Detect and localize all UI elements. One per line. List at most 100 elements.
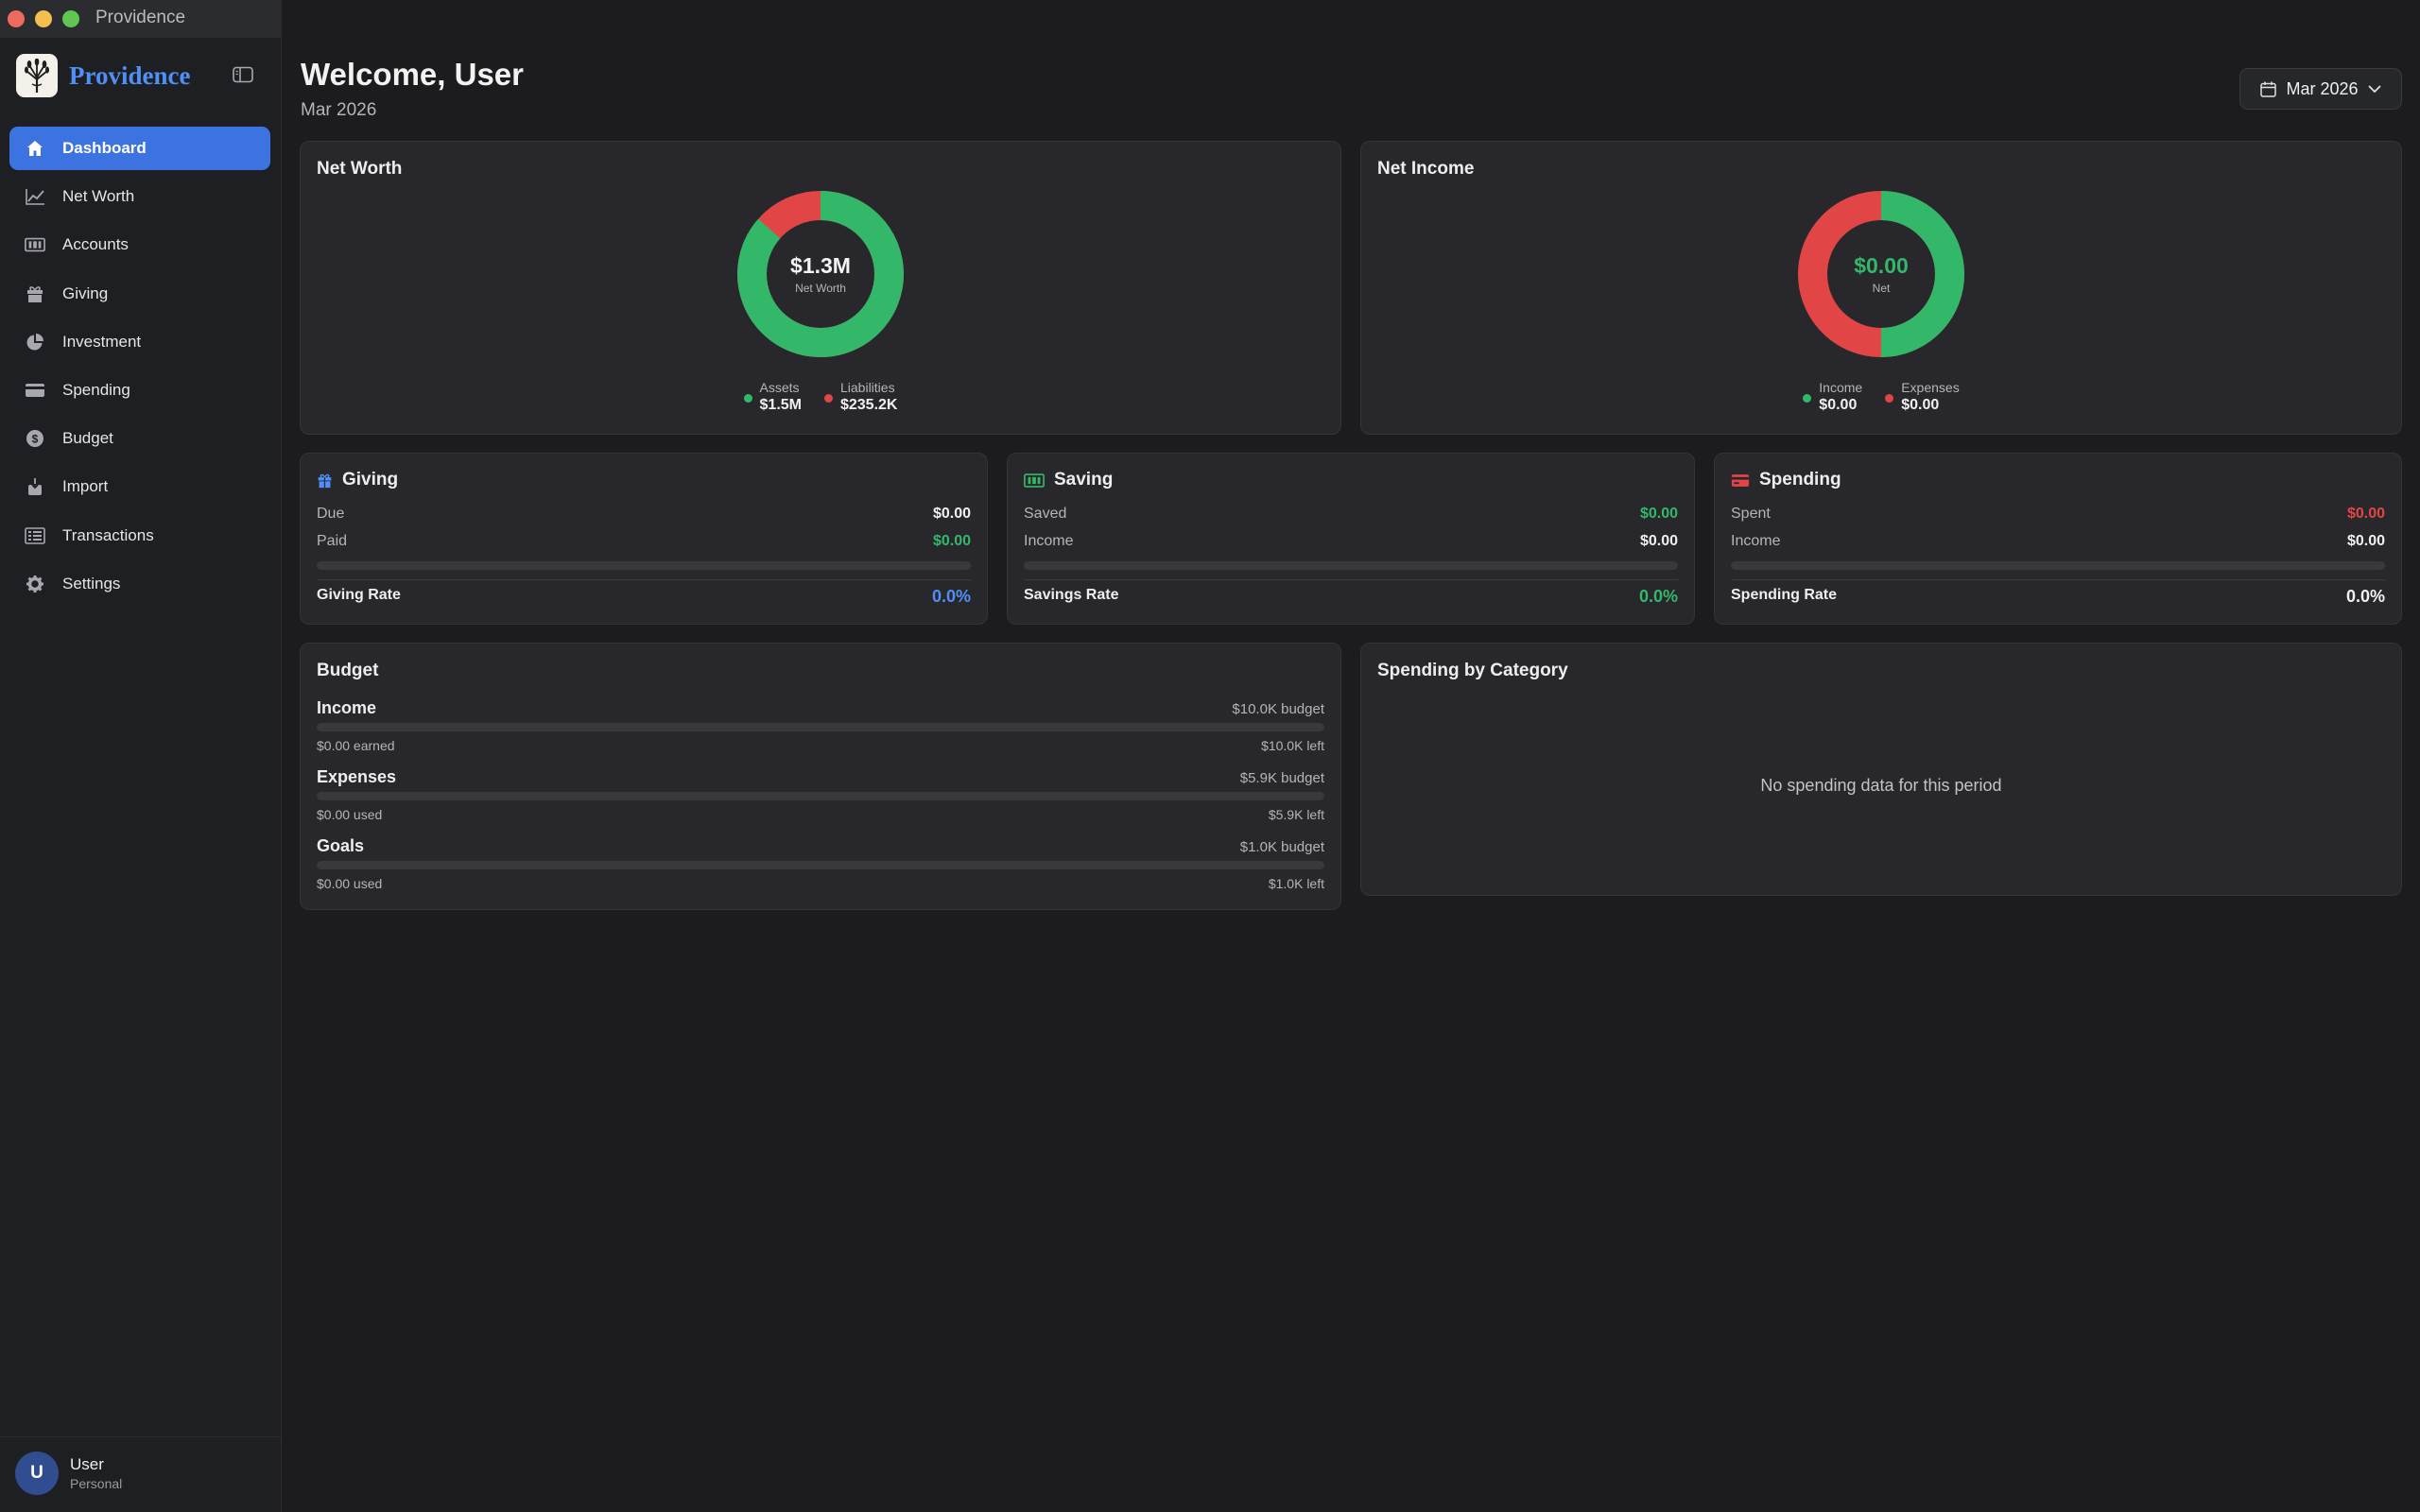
card-title: Spending by Category xyxy=(1377,661,1568,680)
saving-rate-row: Savings Rate 0.0% xyxy=(1024,587,1678,607)
budget-row-used: $0.00 earned xyxy=(317,738,395,753)
rate-label: Spending Rate xyxy=(1731,587,1838,603)
legend-label: Income xyxy=(1819,380,1863,395)
row-label: Due xyxy=(317,506,345,522)
brand: Providence xyxy=(16,54,190,97)
net-income-label: Net xyxy=(1872,282,1891,295)
sidebar-item-import[interactable]: Import xyxy=(9,465,270,508)
row-value: $0.00 xyxy=(2346,533,2385,549)
sidebar-item-label: Transactions xyxy=(62,525,154,544)
net-worth-card: Net Worth $1.3M Net Worth Assets $1.5M L… xyxy=(300,141,1341,435)
budget-expenses-progress-bar xyxy=(317,792,1324,800)
app-logo-icon xyxy=(16,54,58,97)
budget-goals-row: Goals $1.0K budget xyxy=(317,836,1324,856)
calendar-icon xyxy=(2260,81,2277,97)
rate-value: 0.0% xyxy=(1638,587,1678,606)
divider xyxy=(317,579,971,580)
brand-name: Providence xyxy=(69,60,191,90)
giving-rate-row: Giving Rate 0.0% xyxy=(317,587,971,607)
row-label: Paid xyxy=(317,533,348,549)
budget-row-name: Goals xyxy=(317,836,365,855)
trend-line-icon xyxy=(25,186,45,207)
legend-dot xyxy=(1885,394,1894,403)
period-picker-label: Mar 2026 xyxy=(2286,78,2359,98)
row-value: $0.00 xyxy=(932,533,971,549)
gift-icon xyxy=(25,284,45,304)
sidebar-item-label: Accounts xyxy=(62,235,129,254)
row-value: $0.00 xyxy=(1639,533,1678,549)
spending-income-row: Income $0.00 xyxy=(1731,533,2385,550)
sidebar-item-budget[interactable]: $ Budget xyxy=(9,417,270,460)
budget-card: Budget Income $10.0K budget $0.00 earned… xyxy=(300,643,1341,910)
zoom-window-button[interactable] xyxy=(62,10,79,27)
budget-row-used: $0.00 used xyxy=(317,807,383,822)
row-value: $0.00 xyxy=(932,506,971,522)
card-title: Net Worth xyxy=(317,159,403,179)
credit-card-icon xyxy=(25,380,45,401)
sidebar-toggle-icon[interactable] xyxy=(233,66,253,83)
row-label: Income xyxy=(1024,533,1074,549)
giving-paid-row: Paid $0.00 xyxy=(317,533,971,550)
gear-icon xyxy=(25,574,45,594)
budget-row-amount: $10.0K budget xyxy=(1232,701,1324,717)
legend-label: Expenses xyxy=(1901,380,1960,395)
chevron-down-icon xyxy=(2367,84,2381,94)
divider xyxy=(1024,579,1678,580)
card-title: Giving xyxy=(342,470,399,490)
sidebar-item-investment[interactable]: Investment xyxy=(9,320,270,364)
row-label: Income xyxy=(1731,533,1781,549)
budget-income-row: Income $10.0K budget xyxy=(317,698,1324,718)
svg-text:$: $ xyxy=(32,433,39,446)
legend-expenses: Expenses $0.00 xyxy=(1885,380,1960,414)
budget-row-used: $0.00 used xyxy=(317,876,383,891)
gift-icon xyxy=(317,472,333,489)
spending-progress-bar xyxy=(1731,561,2385,570)
budget-row-name: Income xyxy=(317,698,377,717)
budget-row-name: Expenses xyxy=(317,767,397,786)
saving-progress-bar xyxy=(1024,561,1678,570)
sidebar-item-net-worth[interactable]: Net Worth xyxy=(9,175,270,218)
sidebar-item-transactions[interactable]: Transactions xyxy=(9,514,270,558)
user-profile[interactable]: U User Personal xyxy=(15,1452,122,1495)
legend-value: $0.00 xyxy=(1901,397,1940,413)
legend-assets: Assets $1.5M xyxy=(743,380,802,414)
spending-card: Spending Spent $0.00 Income $0.00 Spendi… xyxy=(1714,453,2402,625)
sidebar-item-settings[interactable]: Settings xyxy=(9,562,270,606)
budget-expenses-row: Expenses $5.9K budget xyxy=(317,767,1324,787)
saving-card: Saving Saved $0.00 Income $0.00 Savings … xyxy=(1007,453,1695,625)
close-window-button[interactable] xyxy=(8,10,25,27)
sidebar-item-spending[interactable]: Spending xyxy=(9,369,270,412)
legend-dot xyxy=(743,394,752,403)
sidebar-item-label: Net Worth xyxy=(62,187,135,206)
net-worth-label: Net Worth xyxy=(795,282,846,295)
net-worth-value: $1.3M xyxy=(790,253,851,278)
sidebar-nav: Dashboard Net Worth Accounts Giving Inve… xyxy=(9,127,270,610)
period-picker-button[interactable]: Mar 2026 xyxy=(2239,68,2402,110)
budget-row-left: $10.0K left xyxy=(1261,738,1324,753)
dollar-circle-icon: $ xyxy=(25,428,45,449)
rate-value: 0.0% xyxy=(931,587,971,606)
budget-row-amount: $1.0K budget xyxy=(1239,839,1324,855)
row-label: Spent xyxy=(1731,506,1771,522)
row-value: $0.00 xyxy=(1639,506,1678,522)
import-tray-icon xyxy=(25,476,45,497)
legend-value: $1.5M xyxy=(759,397,802,413)
net-income-legend: Income $0.00 Expenses $0.00 xyxy=(1361,380,2401,414)
legend-value: $0.00 xyxy=(1819,397,1858,413)
card-title: Net Income xyxy=(1377,159,1475,179)
sidebar-item-label: Dashboard xyxy=(62,139,147,157)
house-icon xyxy=(25,138,45,159)
sidebar-item-accounts[interactable]: Accounts xyxy=(9,223,270,266)
saving-income-row: Income $0.00 xyxy=(1024,533,1678,550)
minimize-window-button[interactable] xyxy=(35,10,52,27)
budget-row-left: $5.9K left xyxy=(1268,807,1324,822)
sidebar-item-giving[interactable]: Giving xyxy=(9,272,270,316)
card-title: Saving xyxy=(1054,470,1114,490)
page-subtitle: Mar 2026 xyxy=(301,100,377,120)
rate-label: Savings Rate xyxy=(1024,587,1119,603)
sidebar-item-dashboard[interactable]: Dashboard xyxy=(9,127,270,170)
giving-due-row: Due $0.00 xyxy=(317,506,971,523)
window-title: Providence xyxy=(95,8,186,27)
net-income-value: $0.00 xyxy=(1854,253,1909,278)
legend-income: Income $0.00 xyxy=(1803,380,1862,414)
